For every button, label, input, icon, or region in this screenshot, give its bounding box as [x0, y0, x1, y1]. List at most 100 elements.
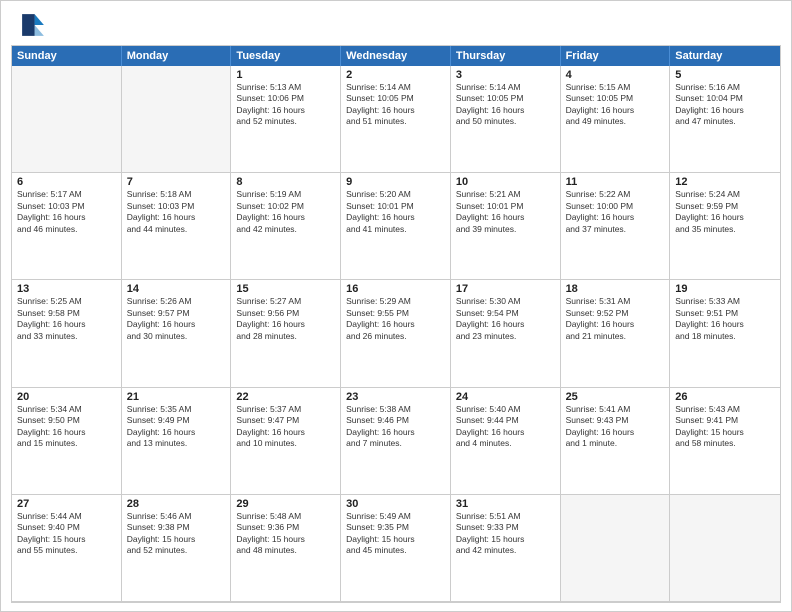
day-cell-8: 8Sunrise: 5:19 AMSunset: 10:02 PMDayligh… — [231, 173, 341, 280]
day-info: Sunrise: 5:16 AMSunset: 10:04 PMDaylight… — [675, 82, 775, 128]
day-info: Sunrise: 5:38 AMSunset: 9:46 PMDaylight:… — [346, 404, 445, 450]
day-number: 20 — [17, 391, 116, 403]
day-cell-2: 2Sunrise: 5:14 AMSunset: 10:05 PMDayligh… — [341, 66, 451, 173]
day-cell-1: 1Sunrise: 5:13 AMSunset: 10:06 PMDayligh… — [231, 66, 341, 173]
day-info: Sunrise: 5:19 AMSunset: 10:02 PMDaylight… — [236, 189, 335, 235]
day-header-friday: Friday — [561, 46, 671, 66]
day-number: 27 — [17, 498, 116, 510]
day-cell-20: 20Sunrise: 5:34 AMSunset: 9:50 PMDayligh… — [12, 388, 122, 495]
day-cell-10: 10Sunrise: 5:21 AMSunset: 10:01 PMDaylig… — [451, 173, 561, 280]
day-info: Sunrise: 5:29 AMSunset: 9:55 PMDaylight:… — [346, 296, 445, 342]
day-cell-19: 19Sunrise: 5:33 AMSunset: 9:51 PMDayligh… — [670, 280, 780, 387]
empty-cell — [561, 495, 671, 602]
day-info: Sunrise: 5:24 AMSunset: 9:59 PMDaylight:… — [675, 189, 775, 235]
day-info: Sunrise: 5:49 AMSunset: 9:35 PMDaylight:… — [346, 511, 445, 557]
day-number: 26 — [675, 391, 775, 403]
day-number: 31 — [456, 498, 555, 510]
day-number: 18 — [566, 283, 665, 295]
day-info: Sunrise: 5:15 AMSunset: 10:05 PMDaylight… — [566, 82, 665, 128]
day-info: Sunrise: 5:48 AMSunset: 9:36 PMDaylight:… — [236, 511, 335, 557]
day-info: Sunrise: 5:46 AMSunset: 9:38 PMDaylight:… — [127, 511, 226, 557]
calendar-grid: 1Sunrise: 5:13 AMSunset: 10:06 PMDayligh… — [12, 66, 780, 602]
day-cell-14: 14Sunrise: 5:26 AMSunset: 9:57 PMDayligh… — [122, 280, 232, 387]
day-cell-7: 7Sunrise: 5:18 AMSunset: 10:03 PMDayligh… — [122, 173, 232, 280]
day-info: Sunrise: 5:13 AMSunset: 10:06 PMDaylight… — [236, 82, 335, 128]
day-cell-13: 13Sunrise: 5:25 AMSunset: 9:58 PMDayligh… — [12, 280, 122, 387]
day-number: 4 — [566, 69, 665, 81]
day-info: Sunrise: 5:40 AMSunset: 9:44 PMDaylight:… — [456, 404, 555, 450]
day-number: 3 — [456, 69, 555, 81]
day-number: 29 — [236, 498, 335, 510]
day-info: Sunrise: 5:34 AMSunset: 9:50 PMDaylight:… — [17, 404, 116, 450]
day-number: 14 — [127, 283, 226, 295]
day-cell-23: 23Sunrise: 5:38 AMSunset: 9:46 PMDayligh… — [341, 388, 451, 495]
day-cell-18: 18Sunrise: 5:31 AMSunset: 9:52 PMDayligh… — [561, 280, 671, 387]
day-number: 8 — [236, 176, 335, 188]
day-cell-3: 3Sunrise: 5:14 AMSunset: 10:05 PMDayligh… — [451, 66, 561, 173]
day-number: 21 — [127, 391, 226, 403]
day-cell-29: 29Sunrise: 5:48 AMSunset: 9:36 PMDayligh… — [231, 495, 341, 602]
day-number: 13 — [17, 283, 116, 295]
day-header-sunday: Sunday — [12, 46, 122, 66]
logo-icon — [19, 11, 47, 39]
day-header-saturday: Saturday — [670, 46, 780, 66]
day-info: Sunrise: 5:20 AMSunset: 10:01 PMDaylight… — [346, 189, 445, 235]
day-number: 25 — [566, 391, 665, 403]
day-cell-11: 11Sunrise: 5:22 AMSunset: 10:00 PMDaylig… — [561, 173, 671, 280]
day-number: 1 — [236, 69, 335, 81]
day-cell-9: 9Sunrise: 5:20 AMSunset: 10:01 PMDayligh… — [341, 173, 451, 280]
day-number: 30 — [346, 498, 445, 510]
day-cell-12: 12Sunrise: 5:24 AMSunset: 9:59 PMDayligh… — [670, 173, 780, 280]
header — [1, 1, 791, 45]
day-number: 16 — [346, 283, 445, 295]
day-number: 6 — [17, 176, 116, 188]
day-info: Sunrise: 5:14 AMSunset: 10:05 PMDaylight… — [346, 82, 445, 128]
day-cell-16: 16Sunrise: 5:29 AMSunset: 9:55 PMDayligh… — [341, 280, 451, 387]
day-info: Sunrise: 5:22 AMSunset: 10:00 PMDaylight… — [566, 189, 665, 235]
day-cell-21: 21Sunrise: 5:35 AMSunset: 9:49 PMDayligh… — [122, 388, 232, 495]
empty-cell — [122, 66, 232, 173]
day-header-wednesday: Wednesday — [341, 46, 451, 66]
day-cell-4: 4Sunrise: 5:15 AMSunset: 10:05 PMDayligh… — [561, 66, 671, 173]
logo — [19, 11, 51, 39]
day-header-monday: Monday — [122, 46, 232, 66]
empty-cell — [12, 66, 122, 173]
day-cell-15: 15Sunrise: 5:27 AMSunset: 9:56 PMDayligh… — [231, 280, 341, 387]
day-number: 17 — [456, 283, 555, 295]
day-info: Sunrise: 5:21 AMSunset: 10:01 PMDaylight… — [456, 189, 555, 235]
day-info: Sunrise: 5:41 AMSunset: 9:43 PMDaylight:… — [566, 404, 665, 450]
day-number: 11 — [566, 176, 665, 188]
day-number: 10 — [456, 176, 555, 188]
day-number: 2 — [346, 69, 445, 81]
day-info: Sunrise: 5:17 AMSunset: 10:03 PMDaylight… — [17, 189, 116, 235]
day-cell-31: 31Sunrise: 5:51 AMSunset: 9:33 PMDayligh… — [451, 495, 561, 602]
day-cell-5: 5Sunrise: 5:16 AMSunset: 10:04 PMDayligh… — [670, 66, 780, 173]
day-info: Sunrise: 5:31 AMSunset: 9:52 PMDaylight:… — [566, 296, 665, 342]
day-info: Sunrise: 5:18 AMSunset: 10:03 PMDaylight… — [127, 189, 226, 235]
day-number: 23 — [346, 391, 445, 403]
day-info: Sunrise: 5:37 AMSunset: 9:47 PMDaylight:… — [236, 404, 335, 450]
day-number: 19 — [675, 283, 775, 295]
day-number: 22 — [236, 391, 335, 403]
day-info: Sunrise: 5:25 AMSunset: 9:58 PMDaylight:… — [17, 296, 116, 342]
calendar: SundayMondayTuesdayWednesdayThursdayFrid… — [11, 45, 781, 603]
day-cell-27: 27Sunrise: 5:44 AMSunset: 9:40 PMDayligh… — [12, 495, 122, 602]
day-cell-17: 17Sunrise: 5:30 AMSunset: 9:54 PMDayligh… — [451, 280, 561, 387]
day-cell-30: 30Sunrise: 5:49 AMSunset: 9:35 PMDayligh… — [341, 495, 451, 602]
day-cell-25: 25Sunrise: 5:41 AMSunset: 9:43 PMDayligh… — [561, 388, 671, 495]
day-number: 7 — [127, 176, 226, 188]
day-cell-24: 24Sunrise: 5:40 AMSunset: 9:44 PMDayligh… — [451, 388, 561, 495]
empty-cell — [670, 495, 780, 602]
day-number: 12 — [675, 176, 775, 188]
day-cell-28: 28Sunrise: 5:46 AMSunset: 9:38 PMDayligh… — [122, 495, 232, 602]
day-info: Sunrise: 5:51 AMSunset: 9:33 PMDaylight:… — [456, 511, 555, 557]
day-info: Sunrise: 5:44 AMSunset: 9:40 PMDaylight:… — [17, 511, 116, 557]
day-info: Sunrise: 5:14 AMSunset: 10:05 PMDaylight… — [456, 82, 555, 128]
day-number: 5 — [675, 69, 775, 81]
day-number: 9 — [346, 176, 445, 188]
day-info: Sunrise: 5:35 AMSunset: 9:49 PMDaylight:… — [127, 404, 226, 450]
day-number: 28 — [127, 498, 226, 510]
day-cell-6: 6Sunrise: 5:17 AMSunset: 10:03 PMDayligh… — [12, 173, 122, 280]
day-headers: SundayMondayTuesdayWednesdayThursdayFrid… — [12, 46, 780, 66]
day-info: Sunrise: 5:27 AMSunset: 9:56 PMDaylight:… — [236, 296, 335, 342]
